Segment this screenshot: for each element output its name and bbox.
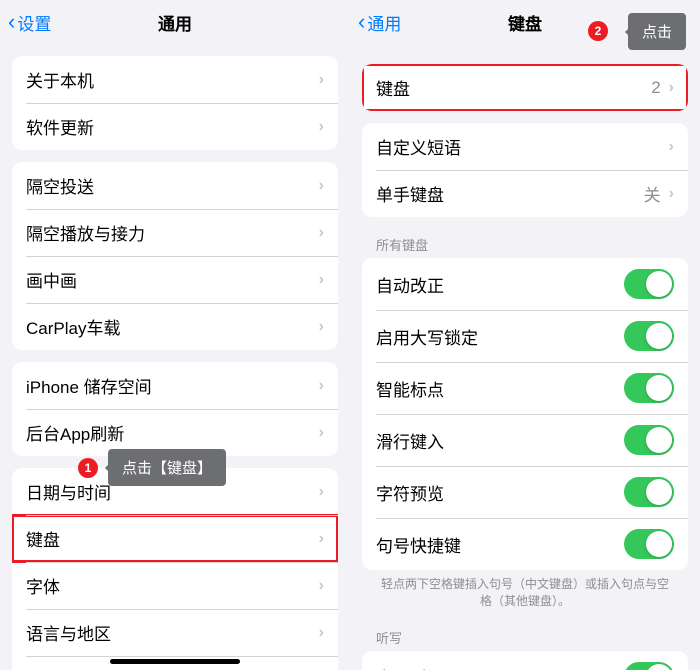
row-label: 启用听写 (376, 664, 624, 670)
chevron-left-icon: ‹ (8, 9, 15, 35)
annotation-callout-1: 点击【键盘】 (108, 449, 226, 486)
toggle-switch[interactable] (624, 529, 674, 559)
row-label: 语言与地区 (26, 620, 315, 645)
chevron-right-icon: › (319, 624, 324, 642)
settings-row[interactable]: 字符预览 (362, 466, 688, 518)
back-button[interactable]: ‹ 设置 (8, 9, 51, 35)
back-button[interactable]: ‹ 通用 (358, 9, 401, 35)
row-label: iPhone 储存空间 (26, 373, 315, 398)
settings-group: 键盘2 › (362, 64, 688, 111)
toggle-switch[interactable] (624, 321, 674, 351)
section-header-all-keyboards: 所有键盘 (350, 217, 700, 258)
row-label: 软件更新 (26, 114, 315, 139)
settings-row[interactable]: CarPlay车载› (12, 303, 338, 350)
row-label: 键盘 (376, 75, 651, 100)
row-label: 隔空投送 (26, 173, 315, 198)
row-label: 滑行键入 (376, 428, 624, 453)
row-label: 字体 (26, 573, 315, 598)
row-label: 单手键盘 (376, 181, 644, 206)
toggle-switch[interactable] (624, 373, 674, 403)
annotation-badge-1: 1 (78, 458, 98, 478)
nav-header: ‹ 设置 通用 (0, 0, 350, 44)
settings-row[interactable]: 启用听写 (362, 651, 688, 670)
settings-row[interactable]: 语言与地区› (12, 609, 338, 656)
home-indicator (110, 659, 240, 664)
section-footer-all-keyboards: 轻点两下空格键插入句号（中文键盘）或插入句点与空格（其他键盘）。 (350, 570, 700, 610)
settings-row[interactable]: 软件更新› (12, 103, 338, 150)
page-title: 通用 (158, 10, 192, 35)
settings-group: iPhone 储存空间›后台App刷新› (12, 362, 338, 456)
row-label: CarPlay车载 (26, 314, 315, 339)
chevron-left-icon: ‹ (358, 9, 365, 35)
section-header-dictation: 听写 (350, 610, 700, 651)
row-label: 关于本机 (26, 67, 315, 92)
settings-row[interactable]: 单手键盘关 › (362, 170, 688, 217)
toggle-switch[interactable] (624, 662, 674, 670)
settings-row[interactable]: 启用大写锁定 (362, 310, 688, 362)
settings-row[interactable]: 字体› (12, 562, 338, 609)
chevron-right-icon: › (669, 79, 674, 97)
settings-row[interactable]: 键盘› (12, 515, 338, 562)
back-label: 设置 (17, 10, 51, 35)
settings-row[interactable]: 关于本机› (12, 56, 338, 103)
annotation-callout-2: 点击 (628, 13, 686, 50)
settings-group: 自定义短语›单手键盘关› (362, 123, 688, 217)
settings-row[interactable]: 自定义短语› (362, 123, 688, 170)
settings-row[interactable]: iPhone 储存空间› (12, 362, 338, 409)
phone-left: ‹ 设置 通用 关于本机›软件更新›隔空投送›隔空播放与接力›画中画›CarPl… (0, 0, 350, 670)
annotation-badge-2: 2 (588, 21, 608, 41)
row-label: 键盘 (26, 526, 315, 551)
settings-row[interactable]: 隔空投送› (12, 162, 338, 209)
settings-row[interactable]: 隔空播放与接力› (12, 209, 338, 256)
row-label: 智能标点 (376, 376, 624, 401)
back-label: 通用 (367, 10, 401, 35)
settings-row[interactable]: 画中画› (12, 256, 338, 303)
phone-right: ‹ 通用 键盘 2 点击 键盘2› 自定义短语›单手键盘关› 所有键盘 自动改正… (350, 0, 700, 670)
chevron-right-icon: › (319, 377, 324, 395)
row-value: 关 (644, 181, 661, 206)
content: 关于本机›软件更新›隔空投送›隔空播放与接力›画中画›CarPlay车载›iPh… (0, 44, 350, 670)
row-label: 启用大写锁定 (376, 324, 624, 349)
chevron-right-icon: › (319, 530, 324, 548)
toggle-switch[interactable] (624, 477, 674, 507)
chevron-right-icon: › (319, 577, 324, 595)
chevron-right-icon: › (319, 318, 324, 336)
chevron-right-icon: › (319, 71, 324, 89)
settings-row[interactable]: 键盘2 › (362, 64, 688, 111)
chevron-right-icon: › (319, 177, 324, 195)
settings-row[interactable]: 滑行键入 (362, 414, 688, 466)
row-label: 后台App刷新 (26, 420, 315, 445)
settings-group: 关于本机›软件更新› (12, 56, 338, 150)
content: 键盘2› 自定义短语›单手键盘关› 所有键盘 自动改正启用大写锁定智能标点滑行键… (350, 44, 700, 670)
settings-group: 日期与时间›键盘›字体›语言与地区›词典› (12, 468, 338, 670)
toggle-switch[interactable] (624, 425, 674, 455)
settings-row[interactable]: 自动改正 (362, 258, 688, 310)
chevron-right-icon: › (669, 185, 674, 203)
row-label: 句号快捷键 (376, 532, 624, 557)
chevron-right-icon: › (319, 224, 324, 242)
toggle-switch[interactable] (624, 269, 674, 299)
row-label: 隔空播放与接力 (26, 220, 315, 245)
settings-group: 启用听写听写语言› (362, 651, 688, 670)
chevron-right-icon: › (319, 271, 324, 289)
row-label: 自动改正 (376, 272, 624, 297)
chevron-right-icon: › (319, 118, 324, 136)
settings-row[interactable]: 句号快捷键 (362, 518, 688, 570)
row-value: 2 (651, 78, 660, 98)
page-title: 键盘 (508, 10, 542, 35)
settings-group: 自动改正启用大写锁定智能标点滑行键入字符预览句号快捷键 (362, 258, 688, 570)
row-label: 自定义短语 (376, 134, 665, 159)
row-label: 字符预览 (376, 480, 624, 505)
chevron-right-icon: › (319, 483, 324, 501)
row-label: 画中画 (26, 267, 315, 292)
chevron-right-icon: › (669, 138, 674, 156)
settings-row[interactable]: 智能标点 (362, 362, 688, 414)
settings-group: 隔空投送›隔空播放与接力›画中画›CarPlay车载› (12, 162, 338, 350)
chevron-right-icon: › (319, 424, 324, 442)
